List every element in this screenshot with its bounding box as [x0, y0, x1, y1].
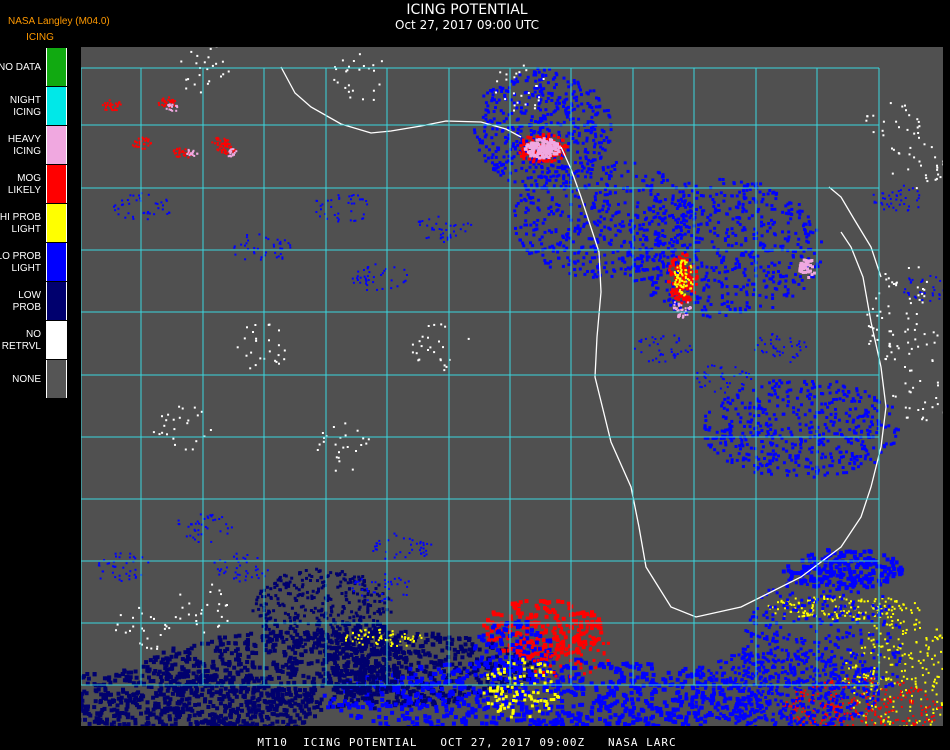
header: NASA Langley (M04.0) ICING ICING POTENTI… — [0, 0, 950, 46]
legend-label: NO RETRVL — [1, 328, 41, 352]
legend-label: LOW PROB — [12, 289, 41, 313]
legend-label: NIGHT ICING — [9, 94, 41, 118]
legend-swatch — [46, 321, 67, 359]
legend-swatch — [46, 282, 67, 320]
map-panel — [81, 47, 943, 726]
legend-swatch — [46, 87, 67, 125]
legend-label: HI PROB LIGHT — [0, 211, 41, 235]
legend-item: LO PROB LIGHT — [0, 243, 67, 282]
legend-swatch — [46, 243, 67, 281]
footer-caption: MT10 ICING POTENTIAL OCT 27, 2017 09:00Z… — [257, 736, 677, 749]
legend-item: NO DATA — [0, 48, 67, 87]
legend-label: LO PROB LIGHT — [0, 250, 41, 274]
legend-item: NO RETRVL — [0, 321, 67, 360]
legend-swatch — [46, 126, 67, 164]
map-title: ICING POTENTIAL — [406, 2, 528, 18]
legend-label: HEAVY ICING — [7, 133, 41, 157]
legend-item: NONE — [0, 360, 67, 399]
legend-item: HEAVY ICING — [0, 126, 67, 165]
legend-swatch — [46, 204, 67, 242]
legend-label: MOG LIKELY — [7, 172, 41, 196]
map-timestamp: Oct 27, 2017 09:00 UTC — [395, 18, 539, 32]
legend-item: LOW PROB — [0, 282, 67, 321]
legend-label: NONE — [12, 373, 41, 385]
product-label: ICING — [26, 32, 54, 43]
legend-item: HI PROB LIGHT — [0, 204, 67, 243]
legend-item: NIGHT ICING — [0, 87, 67, 126]
legend-swatch — [46, 48, 67, 86]
legend-swatch — [46, 360, 67, 398]
legend-item: MOG LIKELY — [0, 165, 67, 204]
legend-swatch — [46, 165, 67, 203]
legend: NO DATA NIGHT ICING HEAVY ICING MOG LIKELY H… — [0, 48, 67, 400]
map-svg — [81, 47, 943, 726]
legend-label: NO DATA — [0, 61, 41, 73]
